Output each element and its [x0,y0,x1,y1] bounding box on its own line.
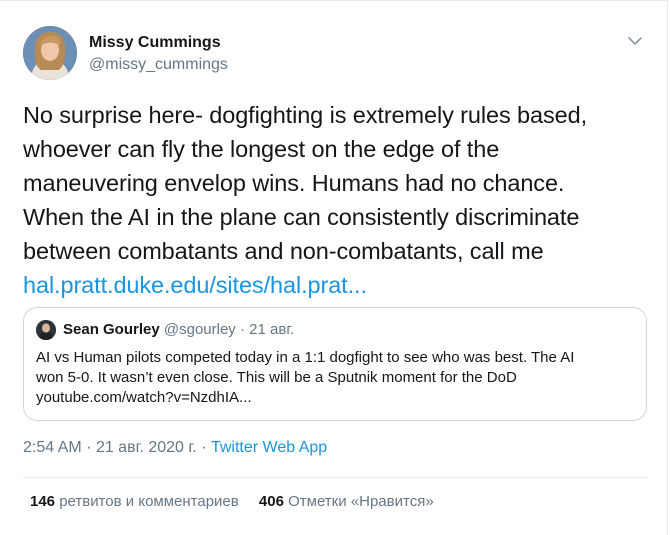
tweet-text-line: No surprise here- dogfighting is extreme… [23,102,587,128]
quoted-date: 21 авг. [249,321,295,338]
quoted-tweet-header: Sean Gourley @sgourley · 21 авг. [63,321,294,339]
quoted-text-line: won 5-0. It wasn’t even close. This will… [36,369,517,386]
author-block: Missy Cummings @missy_cummings [89,33,228,75]
tweet-metadata: 2:54 AM · 21 авг. 2020 г. · Twitter Web … [23,438,327,458]
quoted-user-avatar [36,320,56,340]
tweet-card: Missy Cummings @missy_cummings No surpri… [0,0,668,535]
author-avatar[interactable] [23,26,77,80]
quoted-tweet-text: AI vs Human pilots competed today in a 1… [36,348,636,408]
tweet-stats: 146 ретвитов и комментариев 406 Отметки … [30,492,450,512]
divider [23,477,647,478]
quoted-author-name: Sean Gourley [63,321,160,338]
tweet-text-line: whoever can fly the longest on the edge … [23,136,500,162]
tweet-date[interactable]: 21 авг. 2020 г. [96,439,197,456]
tweet-text-line: maneuvering envelop wins. Humans had no … [23,170,565,196]
likes-stat[interactable]: 406 Отметки «Нравится» [259,492,434,512]
tweet-time[interactable]: 2:54 AM [23,439,82,456]
quoted-author-handle: @sgourley [163,321,236,338]
retweets-count: 146 [30,493,56,510]
tweet-link[interactable]: hal.pratt.duke.edu/sites/hal.prat... [23,272,367,298]
tweet-text-line: between combatants and non-combatants, c… [23,238,544,264]
likes-count: 406 [258,493,284,510]
quoted-separator: · [239,321,245,338]
meta-separator: · [201,439,207,456]
quoted-text-line: youtube.com/watch?v=NzdhIA... [36,389,252,406]
chevron-down-icon[interactable] [625,31,645,51]
source-app-link[interactable]: Twitter Web App [211,439,327,456]
retweets-label: ретвитов и комментариев [59,493,239,510]
quoted-tweet[interactable]: Sean Gourley @sgourley · 21 авг. AI vs H… [23,307,647,421]
likes-label: Отметки «Нравится» [288,493,434,510]
avatar-photo-icon [23,26,77,80]
quoted-text-line: AI vs Human pilots competed today in a 1… [36,349,575,366]
meta-separator: · [86,439,92,456]
author-handle[interactable]: @missy_cummings [89,55,228,75]
tweet-text-line: When the AI in the plane can consistentl… [23,204,580,230]
tweet-text: No surprise here- dogfighting is extreme… [23,98,653,302]
quoted-avatar-icon [36,320,56,340]
author-name[interactable]: Missy Cummings [89,33,228,53]
retweets-stat[interactable]: 146 ретвитов и комментариев [30,492,239,512]
